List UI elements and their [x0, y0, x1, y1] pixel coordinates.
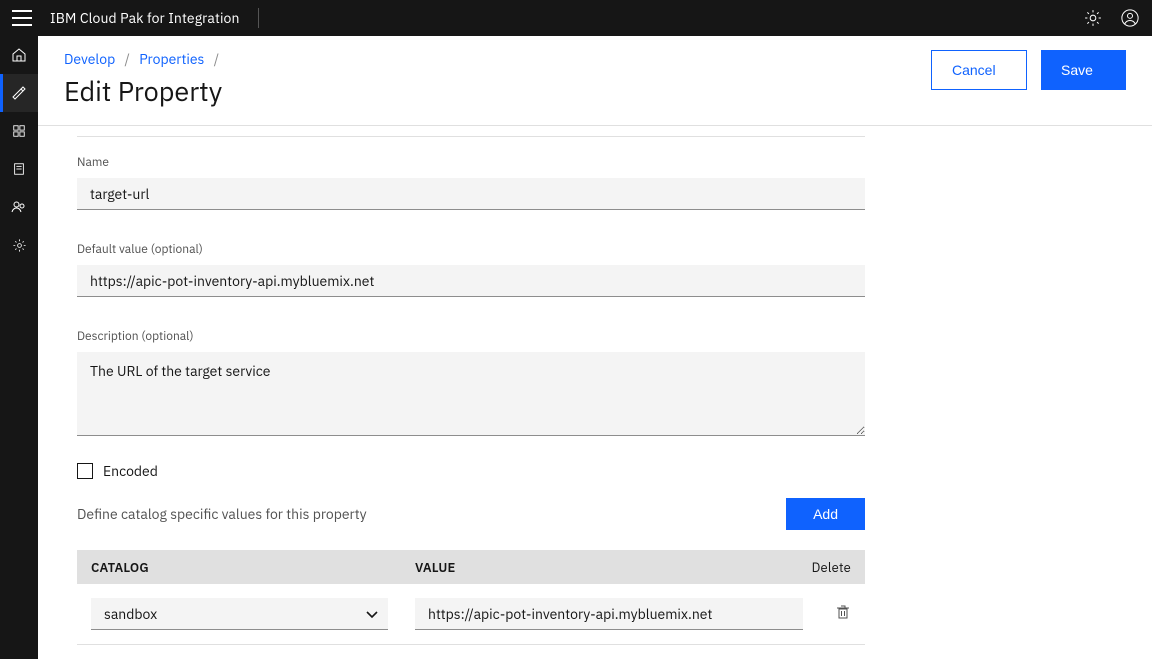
sidebar-item-home[interactable]	[0, 36, 38, 74]
breadcrumb: Develop / Properties /	[64, 50, 225, 68]
default-value-label: Default value (optional)	[77, 242, 865, 257]
sidebar	[0, 36, 38, 659]
catalog-value-input[interactable]	[415, 598, 803, 630]
catalog-table: CATALOG VALUE Delete	[77, 550, 865, 659]
description-label: Description (optional)	[77, 329, 865, 344]
col-catalog: CATALOG	[91, 559, 415, 576]
cancel-button[interactable]: Cancel	[931, 50, 1027, 90]
sidebar-item-settings[interactable]	[0, 226, 38, 264]
divider	[77, 136, 865, 137]
trash-icon[interactable]	[835, 603, 851, 625]
table-row	[77, 584, 865, 645]
encoded-label: Encoded	[103, 462, 158, 480]
sidebar-item-members[interactable]	[0, 188, 38, 226]
catalog-section-label: Define catalog specific values for this …	[77, 505, 367, 523]
menu-icon[interactable]	[12, 10, 32, 26]
catalog-select[interactable]	[91, 598, 388, 630]
user-icon[interactable]	[1120, 8, 1140, 28]
gear-icon[interactable]	[1084, 9, 1102, 27]
default-value-input[interactable]	[77, 265, 865, 297]
name-label: Name	[77, 155, 865, 170]
add-button[interactable]: Add	[786, 498, 865, 530]
description-textarea[interactable]	[77, 352, 865, 436]
breadcrumb-properties[interactable]: Properties	[139, 50, 204, 68]
page-title: Edit Property	[64, 74, 225, 109]
breadcrumb-develop[interactable]: Develop	[64, 50, 115, 68]
sidebar-item-develop[interactable]	[0, 74, 38, 112]
sidebar-item-apps[interactable]	[0, 112, 38, 150]
col-value: VALUE	[415, 559, 803, 576]
save-button[interactable]: Save	[1041, 50, 1126, 90]
name-input[interactable]	[77, 178, 865, 210]
app-title: IBM Cloud Pak for Integration	[50, 9, 240, 27]
brand-divider	[258, 8, 259, 28]
col-delete: Delete	[803, 559, 851, 576]
sidebar-item-data[interactable]	[0, 150, 38, 188]
encoded-checkbox[interactable]	[77, 463, 93, 479]
top-bar: IBM Cloud Pak for Integration	[0, 0, 1152, 36]
page-header: Develop / Properties / Edit Property Can…	[38, 36, 1152, 126]
table-row	[77, 645, 865, 659]
